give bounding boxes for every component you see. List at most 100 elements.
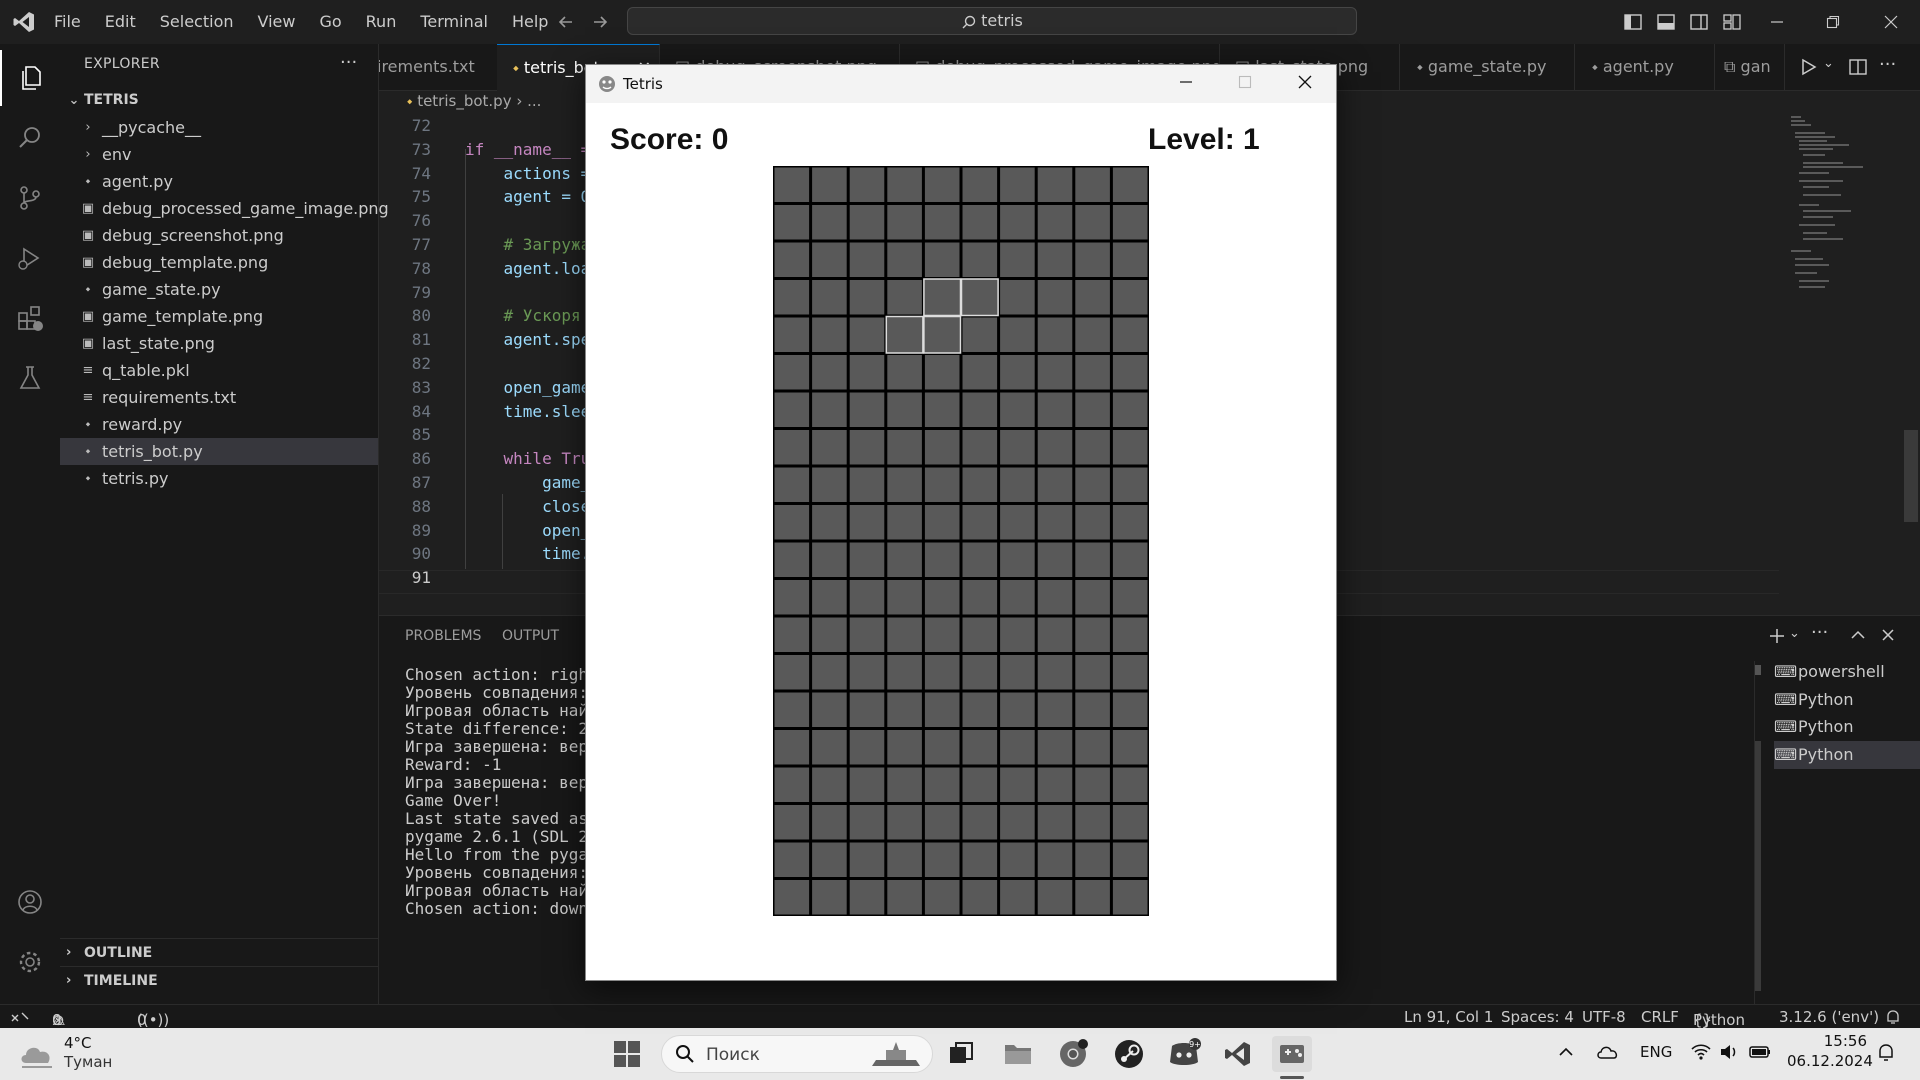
minimize-icon[interactable]: [1749, 0, 1805, 44]
task-view-icon[interactable]: [941, 1036, 981, 1072]
tree-item-tetris-bot-py[interactable]: ⬩ tetris_bot.py: [60, 438, 378, 465]
menu-file[interactable]: File: [42, 0, 93, 44]
end-of-line[interactable]: CRLF: [1641, 1008, 1679, 1026]
tree-item-debug-template[interactable]: ▣ debug_template.png: [60, 249, 378, 276]
tab-agent-py[interactable]: ⬩ agent.py: [1574, 44, 1715, 90]
tree-item-agent-py[interactable]: ⬩ agent.py: [60, 168, 378, 195]
split-editor-icon[interactable]: [1847, 56, 1869, 78]
discord-icon[interactable]: 9+: [1164, 1036, 1204, 1072]
chevron-down-icon[interactable]: ⌄: [1823, 56, 1834, 71]
remote-indicator[interactable]: [0, 1005, 42, 1029]
tree-item-pycache[interactable]: › __pycache__: [60, 114, 378, 141]
tetris-title-bar[interactable]: Tetris: [586, 65, 1336, 103]
file-explorer-icon[interactable]: [998, 1036, 1038, 1072]
timeline-section[interactable]: › TIMELINE: [60, 966, 378, 995]
vscode-taskbar-icon[interactable]: [1218, 1036, 1258, 1072]
minimap[interactable]: [1775, 114, 1885, 314]
volume-icon[interactable]: [1718, 1042, 1740, 1062]
new-terminal-icon[interactable]: [1767, 626, 1787, 646]
terminal-item-powershell[interactable]: ⌨ powershell: [1774, 658, 1920, 686]
tree-item-game-template[interactable]: ▣ game_template.png: [60, 303, 378, 330]
weather-cloud-icon[interactable]: [18, 1037, 58, 1071]
tab-requirements[interactable]: irements.txt: [379, 44, 498, 90]
tab-output[interactable]: OUTPUT: [502, 628, 559, 644]
tree-item-last-state[interactable]: ▣ last_state.png: [60, 330, 378, 357]
tree-item-debug-screenshot[interactable]: ▣ debug_screenshot.png: [60, 222, 378, 249]
more-actions-icon[interactable]: ···: [340, 52, 357, 73]
input-language[interactable]: ENG: [1640, 1043, 1672, 1061]
steam-icon[interactable]: [1109, 1036, 1149, 1072]
onedrive-cloud-icon[interactable]: [1596, 1042, 1620, 1062]
breadcrumb-symbol[interactable]: ...: [527, 92, 541, 110]
tree-item-requirements[interactable]: ≡ requirements.txt: [60, 384, 378, 411]
tab-gan[interactable]: ⧉ gan: [1714, 44, 1785, 90]
maximize-panel-icon[interactable]: [1849, 626, 1867, 644]
outline-section[interactable]: › OUTLINE: [60, 938, 378, 967]
terminal-scrollbar[interactable]: [1755, 661, 1761, 991]
tree-item-q-table[interactable]: ≡ q_table.pkl: [60, 357, 378, 384]
menu-run[interactable]: Run: [354, 0, 409, 44]
menu-view[interactable]: View: [246, 0, 308, 44]
accounts-icon[interactable]: [0, 874, 60, 930]
forward-arrow-icon[interactable]: [590, 12, 610, 32]
toggle-sidebar-icon[interactable]: [1622, 11, 1644, 33]
notifications-bell-icon[interactable]: [1884, 1008, 1902, 1026]
editor-scrollbar-thumb[interactable]: [1904, 430, 1918, 522]
tab-problems[interactable]: PROBLEMS: [405, 628, 481, 644]
encoding[interactable]: UTF-8: [1582, 1008, 1626, 1026]
tree-item-debug-processed-image[interactable]: ▣ debug_processed_game_image.png: [60, 195, 389, 222]
tree-item-game-state-py[interactable]: ⬩ game_state.py: [60, 276, 378, 303]
chrome-browser-icon[interactable]: [1053, 1036, 1093, 1072]
menu-help[interactable]: Help: [500, 0, 560, 44]
clock-date[interactable]: 06.12.2024: [1787, 1052, 1873, 1070]
start-windows-icon[interactable]: [607, 1036, 647, 1072]
cursor-position[interactable]: Ln 91, Col 1: [1404, 1008, 1493, 1026]
command-center-search[interactable]: tetris: [627, 7, 1357, 35]
menu-edit[interactable]: Edit: [93, 0, 148, 44]
run-python-icon[interactable]: [1797, 56, 1819, 78]
minimize-icon[interactable]: [1179, 75, 1193, 89]
terminal-item-python[interactable]: ⌨ Python: [1774, 686, 1920, 714]
search-icon[interactable]: [0, 110, 60, 166]
tetris-game-window[interactable]: Tetris Score: 0 Level: 1: [585, 64, 1337, 981]
run-debug-icon[interactable]: [0, 230, 60, 286]
show-hidden-icons-chevron-icon[interactable]: [1556, 1042, 1576, 1062]
clock-time[interactable]: 15:56: [1797, 1032, 1867, 1050]
notification-bell-icon[interactable]: [1876, 1042, 1896, 1064]
settings-gear-icon[interactable]: [0, 934, 60, 990]
customize-layout-icon[interactable]: [1721, 11, 1743, 33]
more-actions-icon[interactable]: ···: [1879, 54, 1896, 75]
toggle-secondary-sidebar-icon[interactable]: [1688, 11, 1710, 33]
terminal-item-python-active[interactable]: ⌨ Python: [1774, 741, 1920, 769]
restore-icon[interactable]: [1805, 0, 1861, 44]
board-cell: [812, 392, 847, 427]
close-icon[interactable]: [1863, 0, 1919, 44]
close-icon[interactable]: [1298, 75, 1312, 89]
source-control-icon[interactable]: [0, 170, 60, 226]
tab-game-state-py[interactable]: ⬩ game_state.py: [1399, 44, 1575, 90]
board-cell: [962, 542, 998, 577]
breadcrumb-file[interactable]: tetris_bot.py: [417, 92, 511, 110]
menu-go[interactable]: Go: [307, 0, 353, 44]
close-panel-icon[interactable]: [1879, 626, 1897, 644]
tree-item-env[interactable]: › env: [60, 141, 378, 168]
chevron-down-icon[interactable]: ⌄: [1789, 626, 1800, 641]
more-actions-icon[interactable]: ···: [1811, 622, 1828, 643]
extensions-icon[interactable]: [0, 290, 60, 346]
tree-item-tetris-py[interactable]: ⬩ tetris.py: [60, 465, 378, 492]
menu-selection[interactable]: Selection: [148, 0, 246, 44]
testing-icon[interactable]: [0, 350, 60, 406]
indentation[interactable]: Spaces: 4: [1501, 1008, 1574, 1026]
explorer-icon[interactable]: [0, 50, 62, 106]
back-arrow-icon[interactable]: [556, 12, 576, 32]
tree-item-reward-py[interactable]: ⬩ reward.py: [60, 411, 378, 438]
folder-root-tetris[interactable]: ⌄ TETRIS: [60, 87, 378, 114]
wifi-icon[interactable]: [1690, 1042, 1712, 1062]
pygame-taskbar-icon[interactable]: [1272, 1036, 1312, 1072]
battery-icon[interactable]: [1748, 1042, 1772, 1062]
terminal-item-python[interactable]: ⌨ Python: [1774, 713, 1920, 741]
toggle-panel-icon[interactable]: [1655, 11, 1677, 33]
menu-terminal[interactable]: Terminal: [408, 0, 500, 44]
taskbar-search-box[interactable]: Поиск: [661, 1035, 933, 1073]
python-interpreter[interactable]: 3.12.6 ('env'): [1779, 1008, 1879, 1026]
